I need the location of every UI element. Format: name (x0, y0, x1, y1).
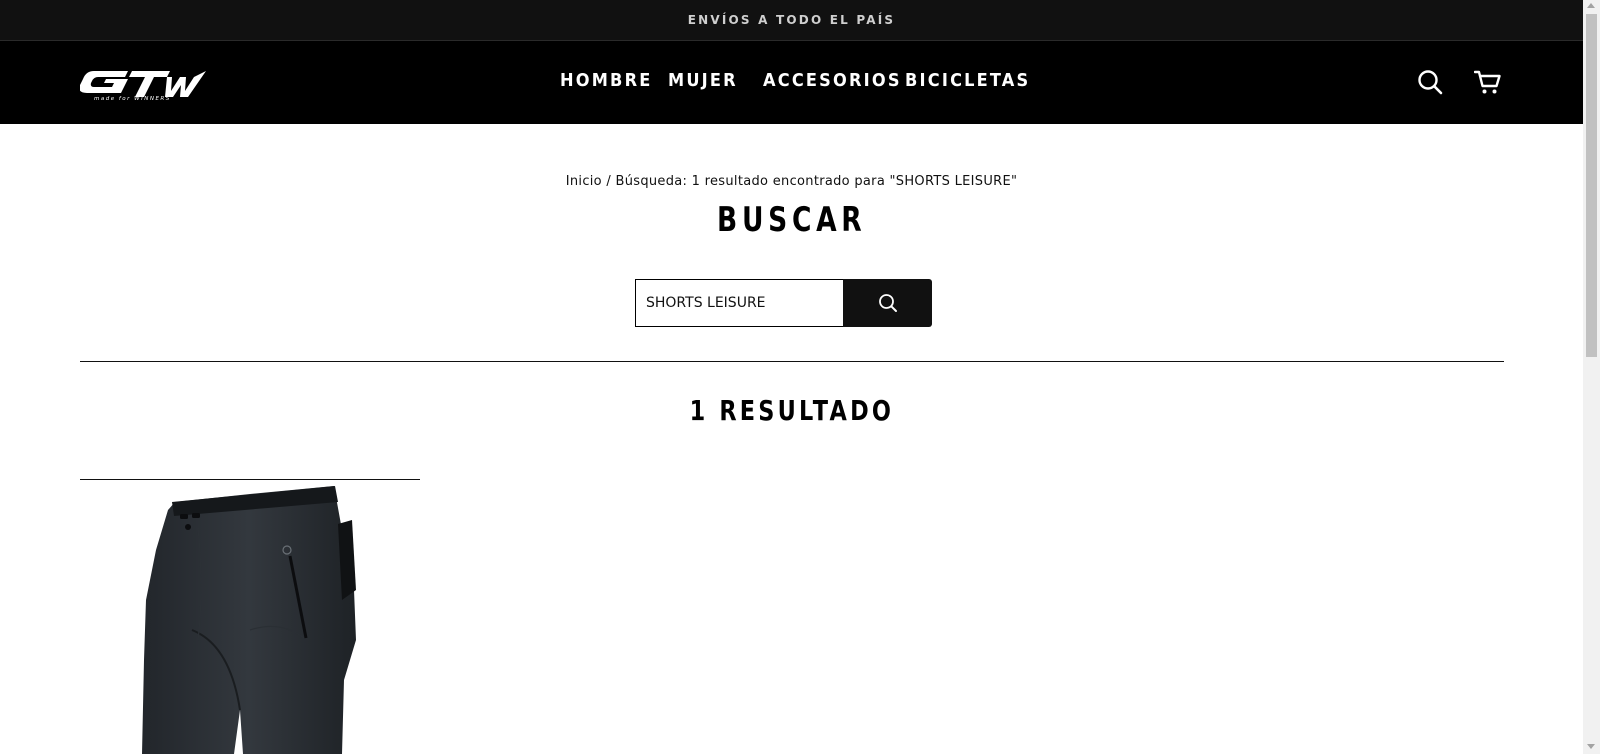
section-divider (80, 361, 1504, 362)
search-icon (878, 294, 897, 312)
breadcrumb-current: Búsqueda: 1 resultado encontrado para "S… (615, 174, 1018, 189)
page-title-text: BUSCAR (716, 200, 867, 240)
results-title: 1 RESULTADO (0, 394, 1583, 427)
page-scrollbar[interactable] (1583, 0, 1600, 754)
shorts-product-image[interactable] (80, 480, 420, 754)
breadcrumb-home-link[interactable]: Inicio (566, 174, 602, 189)
announcement-bar: ENVÍOS A TODO EL PAÍS (0, 0, 1583, 41)
svg-text:made for WINNERS: made for WINNERS (94, 96, 171, 101)
nav-bicicletas[interactable]: BICICLETAS (905, 70, 1030, 91)
announcement-text: ENVÍOS A TODO EL PAÍS (687, 13, 896, 27)
search-form (635, 279, 932, 327)
results-title-text: 1 RESULTADO (689, 394, 894, 427)
page-title: BUSCAR (0, 200, 1583, 240)
search-submit-button[interactable] (843, 279, 932, 327)
nav-accesorios[interactable]: ACCESORIOS (763, 70, 902, 91)
search-input[interactable] (635, 279, 843, 327)
search-icon[interactable] (1416, 68, 1444, 96)
breadcrumb-separator: / (606, 174, 612, 189)
scrollbar-thumb[interactable] (1586, 14, 1597, 357)
nav-mujer[interactable]: MUJER (668, 70, 738, 91)
product-card[interactable] (80, 480, 420, 754)
cart-icon[interactable] (1474, 68, 1502, 96)
site-header: made for WINNERS HOMBRE MUJER ACCESORIOS… (0, 41, 1583, 124)
breadcrumb: Inicio / Búsqueda: 1 resultado encontrad… (0, 174, 1583, 189)
scroll-down-arrow-icon[interactable] (1587, 744, 1595, 749)
scroll-up-arrow-icon[interactable] (1587, 3, 1595, 8)
brand-logo[interactable]: made for WINNERS (80, 65, 208, 101)
nav-hombre[interactable]: HOMBRE (560, 70, 653, 91)
